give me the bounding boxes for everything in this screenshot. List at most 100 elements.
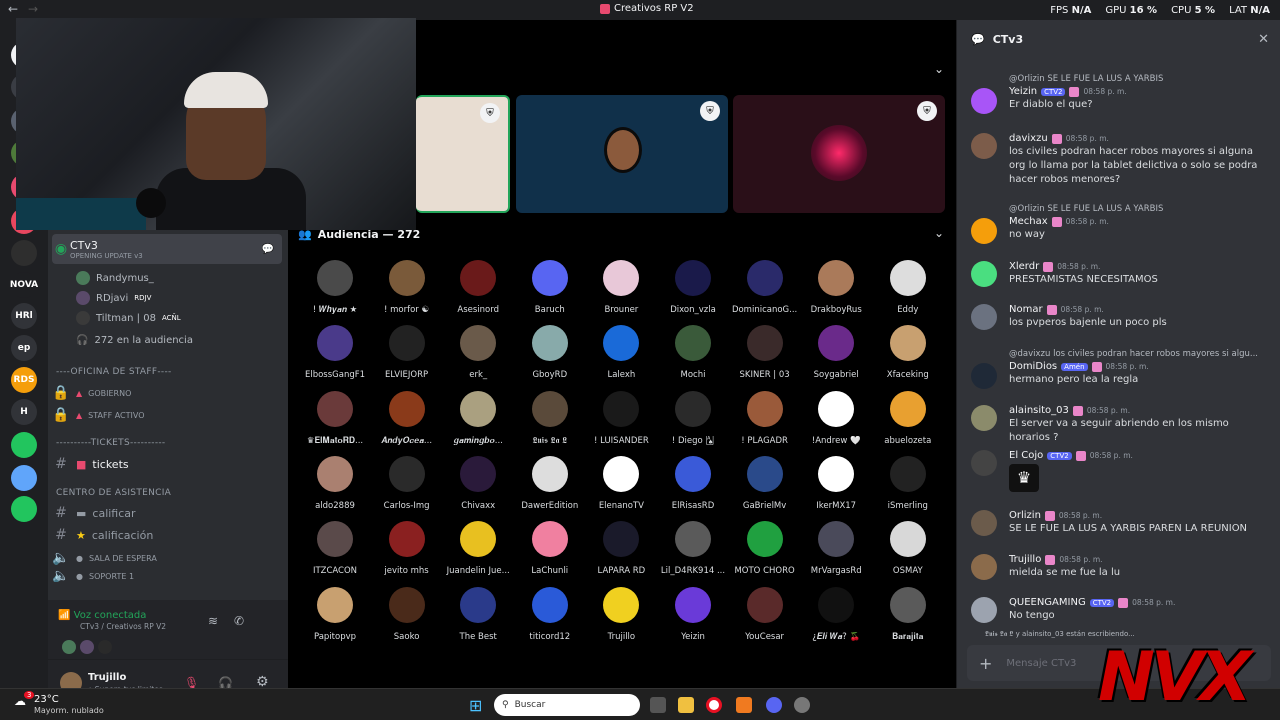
message-author[interactable]: Yeizin [1009,86,1037,97]
channel-staff-activo[interactable]: 🔒 ▲ STAFF ACTIVO [52,404,282,426]
audience-member[interactable]: titicord12 [514,586,586,642]
message-author[interactable]: QUEENGAMING [1009,597,1086,608]
channel-calificacion[interactable]: # ★ calificación [52,524,282,546]
audience-member[interactable]: ElenanoTV [585,455,657,511]
channel-sala-espera[interactable]: 🔈 ● SALA DE ESPERA [52,547,282,569]
chat-message[interactable]: El Cojo CTV2 08:58 p. m. ♛ [971,450,1271,492]
audience-member[interactable]: OSMAY [872,521,944,576]
avatar[interactable] [971,261,997,287]
audience-member[interactable]: DawerEdition [514,455,586,511]
opera-icon[interactable] [706,697,722,713]
audience-member[interactable]: Asesinord [442,260,514,315]
speaker-tile[interactable]: ⛨ [733,95,945,213]
audience-member[interactable]: GboyRD [514,325,586,380]
audience-member[interactable]: Baruch [514,260,586,315]
audience-member[interactable]: ♛𝐄𝐥𝐌𝐚𝐭𝐨𝐑𝐃... [299,390,371,446]
audience-member[interactable]: The Best [442,586,514,642]
avatar[interactable] [971,554,997,580]
server-icon[interactable]: HRl [11,303,37,329]
audience-member[interactable]: Dixon_vzla [657,260,729,315]
audience-member[interactable]: Xfaceking [872,325,944,380]
avatar[interactable] [971,304,997,330]
avatar[interactable] [971,450,997,476]
search-bar[interactable]: ⚲ Buscar [494,694,640,716]
audience-member[interactable]: Brouner [585,260,657,315]
audience-member[interactable]: jevito mhs [371,521,443,576]
server-icon[interactable] [11,465,37,491]
audience-member[interactable]: ! 𝑾𝒉𝒚𝒂𝒏 ★ [299,260,371,315]
voice-user[interactable]: Tiltman | 08 ACÑL [76,308,181,328]
chat-message[interactable]: @Orlizin SE LE FUE LA LUS A YARBIS Yeizin… [971,74,1271,114]
windows-start-icon[interactable]: ⊞ [469,696,482,715]
plus-icon[interactable]: + [979,654,992,673]
chat-message[interactable]: @Orlizin SE LE FUE LA LUS A YARBIS Mechax… [971,204,1271,244]
chat-message[interactable]: alainsito_03 08:58 p. m. El server va a se… [971,405,1271,445]
server-icon[interactable] [11,496,37,522]
message-author[interactable]: Nomar [1009,304,1043,315]
audience-member[interactable]: 𝐁𝐚𝐫𝐚𝐣𝐢𝐭𝐚 [872,586,944,642]
audience-member[interactable]: ! Diego 🂡 [657,390,729,446]
audience-member[interactable]: erk_ [442,325,514,380]
avatar[interactable] [971,363,997,389]
avatar[interactable] [971,405,997,431]
reply-reference[interactable]: @Orlizin SE LE FUE LA LUS A YARBIS [1009,74,1271,84]
message-author[interactable]: Mechax [1009,216,1048,227]
server-icon[interactable]: NOVA [10,272,38,298]
audience-member[interactable]: ELVIEJORP [371,325,443,380]
chat-message[interactable]: Nomar 08:58 p. m. los pvperos bajenle un p… [971,304,1271,330]
audience-member[interactable]: 𝒈𝒂𝒎𝒊𝒏𝒈𝒃𝒐... [442,390,514,446]
chat-message[interactable]: Xlerdr 08:58 p. m. PRESTAMISTAS NECESITAMO… [971,261,1271,287]
reply-reference[interactable]: @davixzu los civiles podran hacer robos … [1009,349,1271,359]
audience-member[interactable]: Papitopvp [299,586,371,642]
reply-reference[interactable]: @Orlizin SE LE FUE LA LUS A YARBIS [1009,204,1271,214]
back-arrow-icon[interactable]: ← [8,2,18,16]
server-icon[interactable] [11,240,37,266]
audience-member[interactable]: YouCesar [729,586,801,642]
chevron-down-icon[interactable]: ⌄ [934,62,944,76]
chevron-down-icon[interactable]: ⌄ [934,226,944,240]
avatar[interactable] [971,218,997,244]
audience-member[interactable]: 𝑨𝒏𝒅𝒚𝑶𝒄𝒆𝒂... [371,390,443,446]
audience-member[interactable]: Lil_D4RK914 ... [657,521,729,576]
server-icon[interactable] [11,432,37,458]
chat-message[interactable]: QUEENGAMING CTV2 08:58 p. m. No tengo [971,597,1271,623]
speaker-tile[interactable]: ⛨ [516,95,728,213]
chat-bubble-icon[interactable]: 💬 [262,244,274,255]
app-icon[interactable] [794,697,810,713]
noise-suppression-icon[interactable]: ≋ [208,614,218,628]
audience-member[interactable]: LAPARA RD [585,521,657,576]
audience-member[interactable]: Soygabriel [800,325,872,380]
audience-member[interactable]: Saoko [371,586,443,642]
server-icon[interactable]: RDS [11,367,37,393]
server-icon[interactable]: ep [11,335,37,361]
audience-member[interactable]: SKINER | 03 [729,325,801,380]
task-view-icon[interactable] [650,697,666,713]
audience-member[interactable]: IkerMX17 [800,455,872,511]
audience-member[interactable]: Yeizin [657,586,729,642]
audience-count[interactable]: 🎧 272 en la audiencia [76,330,193,350]
chat-message[interactable]: Orlizin 08:58 p. m. SE LE FUE LA LUS A YAR… [971,510,1271,536]
chat-message[interactable]: Trujillo 08:58 p. m. mielda se me fue la l… [971,554,1271,580]
chat-message[interactable]: davixzu 08:58 p. m. los civiles podran hac… [971,133,1271,187]
avatar[interactable] [971,133,997,159]
speaker-tile[interactable]: ⛨ [416,95,510,213]
message-author[interactable]: El Cojo [1009,450,1043,461]
channel-gobierno[interactable]: 🔒 ▲ GOBIERNO [52,382,282,404]
message-author[interactable]: alainsito_03 [1009,405,1069,416]
channel-calificar[interactable]: # ▬ calificar [52,502,282,524]
audience-member[interactable]: DrakboyRus [800,260,872,315]
voice-channel-path[interactable]: CTv3 / Creativos RP V2 [80,622,166,631]
audience-member[interactable]: Carlos-Img [371,455,443,511]
chat-message[interactable]: @davixzu los civiles podran hacer robos … [971,349,1271,389]
audience-member[interactable]: iSmerling [872,455,944,511]
avatar[interactable] [971,88,997,114]
audience-member[interactable]: abuelozeta [872,390,944,446]
message-author[interactable]: Orlizin [1009,510,1041,521]
audience-member[interactable]: Mochi [657,325,729,380]
close-icon[interactable]: ✕ [1258,32,1269,47]
voice-user[interactable]: RDjavi RDJV [76,288,151,308]
audience-member[interactable]: Juandelin Jue... [442,521,514,576]
message-author[interactable]: davixzu [1009,133,1048,144]
channel-soporte[interactable]: 🔈 ● SOPORTE 1 [52,570,282,582]
app-icon[interactable] [736,697,752,713]
